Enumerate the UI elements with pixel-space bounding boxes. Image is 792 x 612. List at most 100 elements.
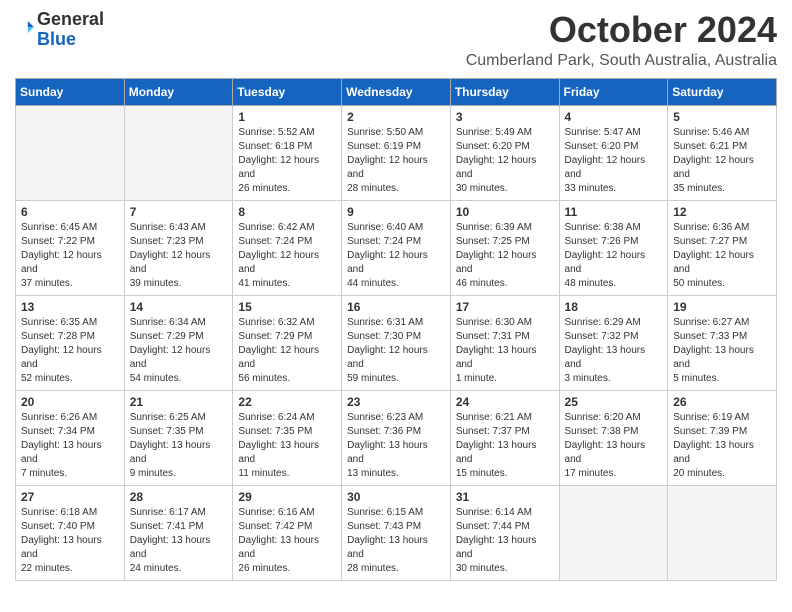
day-cell: 25 Sunrise: 6:20 AM Sunset: 7:38 PM Dayli… [559, 390, 668, 485]
day-number: 4 [565, 110, 664, 124]
logo-general-text: General [37, 9, 104, 29]
day-info: Sunrise: 6:29 AM Sunset: 7:32 PM Dayligh… [565, 316, 664, 386]
day-info: Sunrise: 6:27 AM Sunset: 7:33 PM Dayligh… [673, 316, 772, 386]
logo: General Blue [15, 10, 104, 50]
day-cell: 17 Sunrise: 6:30 AM Sunset: 7:31 PM Dayli… [450, 295, 559, 390]
day-info: Sunrise: 5:52 AM Sunset: 6:18 PM Dayligh… [238, 126, 337, 196]
day-cell: 19 Sunrise: 6:27 AM Sunset: 7:33 PM Dayli… [668, 295, 777, 390]
month-title: October 2024 [466, 10, 777, 50]
day-cell: 21Sunrise: 6:25 AM Sunset: 7:35 PM Dayli… [124, 390, 233, 485]
day-info: Sunrise: 6:18 AM Sunset: 7:40 PM Dayligh… [21, 506, 120, 576]
day-cell: 13 Sunrise: 6:35 AM Sunset: 7:28 PM Dayli… [16, 295, 125, 390]
col-header-friday: Friday [559, 78, 668, 105]
day-number: 16 [347, 300, 446, 314]
day-number: 19 [673, 300, 772, 314]
day-cell: 2Sunrise: 5:50 AM Sunset: 6:19 PM Daylig… [342, 105, 451, 200]
day-info: Sunrise: 6:31 AM Sunset: 7:30 PM Dayligh… [347, 316, 446, 386]
day-cell: 24Sunrise: 6:21 AM Sunset: 7:37 PM Dayli… [450, 390, 559, 485]
day-cell [559, 485, 668, 580]
day-number: 8 [238, 205, 337, 219]
day-number: 11 [565, 205, 664, 219]
day-number: 26 [673, 395, 772, 409]
day-info: Sunrise: 6:34 AM Sunset: 7:29 PM Dayligh… [130, 316, 229, 386]
day-cell: 15 Sunrise: 6:32 AM Sunset: 7:29 PM Dayli… [233, 295, 342, 390]
day-cell: 11Sunrise: 6:38 AM Sunset: 7:26 PM Dayli… [559, 200, 668, 295]
day-info: Sunrise: 5:50 AM Sunset: 6:19 PM Dayligh… [347, 126, 446, 196]
week-row-1: 1Sunrise: 5:52 AM Sunset: 6:18 PM Daylig… [16, 105, 777, 200]
day-cell [16, 105, 125, 200]
day-cell: 28Sunrise: 6:17 AM Sunset: 7:41 PM Dayli… [124, 485, 233, 580]
day-info: Sunrise: 6:20 AM Sunset: 7:38 PM Dayligh… [565, 411, 664, 481]
day-cell: 18Sunrise: 6:29 AM Sunset: 7:32 PM Dayli… [559, 295, 668, 390]
week-row-4: 20 Sunrise: 6:26 AM Sunset: 7:34 PM Dayli… [16, 390, 777, 485]
day-info: Sunrise: 6:15 AM Sunset: 7:43 PM Dayligh… [347, 506, 446, 576]
day-number: 27 [21, 490, 120, 504]
day-cell: 4Sunrise: 5:47 AM Sunset: 6:20 PM Daylig… [559, 105, 668, 200]
week-row-3: 13 Sunrise: 6:35 AM Sunset: 7:28 PM Dayli… [16, 295, 777, 390]
day-cell: 16 Sunrise: 6:31 AM Sunset: 7:30 PM Dayli… [342, 295, 451, 390]
day-number: 13 [21, 300, 120, 314]
day-info: Sunrise: 6:30 AM Sunset: 7:31 PM Dayligh… [456, 316, 555, 386]
day-cell: 3Sunrise: 5:49 AM Sunset: 6:20 PM Daylig… [450, 105, 559, 200]
col-header-sunday: Sunday [16, 78, 125, 105]
day-info: Sunrise: 6:16 AM Sunset: 7:42 PM Dayligh… [238, 506, 337, 576]
day-number: 12 [673, 205, 772, 219]
col-header-saturday: Saturday [668, 78, 777, 105]
day-info: Sunrise: 6:26 AM Sunset: 7:34 PM Dayligh… [21, 411, 120, 481]
week-row-5: 27 Sunrise: 6:18 AM Sunset: 7:40 PM Dayli… [16, 485, 777, 580]
day-number: 29 [238, 490, 337, 504]
day-cell: 12 Sunrise: 6:36 AM Sunset: 7:27 PM Dayli… [668, 200, 777, 295]
day-cell: 27 Sunrise: 6:18 AM Sunset: 7:40 PM Dayli… [16, 485, 125, 580]
day-number: 22 [238, 395, 337, 409]
day-number: 7 [130, 205, 229, 219]
day-number: 6 [21, 205, 120, 219]
day-cell: 6Sunrise: 6:45 AM Sunset: 7:22 PM Daylig… [16, 200, 125, 295]
day-cell: 10 Sunrise: 6:39 AM Sunset: 7:25 PM Dayli… [450, 200, 559, 295]
day-number: 17 [456, 300, 555, 314]
day-cell: 29 Sunrise: 6:16 AM Sunset: 7:42 PM Dayli… [233, 485, 342, 580]
day-cell: 20 Sunrise: 6:26 AM Sunset: 7:34 PM Dayli… [16, 390, 125, 485]
day-info: Sunrise: 5:46 AM Sunset: 6:21 PM Dayligh… [673, 126, 772, 196]
day-info: Sunrise: 6:35 AM Sunset: 7:28 PM Dayligh… [21, 316, 120, 386]
day-info: Sunrise: 6:43 AM Sunset: 7:23 PM Dayligh… [130, 221, 229, 291]
col-header-wednesday: Wednesday [342, 78, 451, 105]
day-cell: 1Sunrise: 5:52 AM Sunset: 6:18 PM Daylig… [233, 105, 342, 200]
day-cell: 9 Sunrise: 6:40 AM Sunset: 7:24 PM Daylig… [342, 200, 451, 295]
col-header-thursday: Thursday [450, 78, 559, 105]
day-number: 25 [565, 395, 664, 409]
day-cell: 5Sunrise: 5:46 AM Sunset: 6:21 PM Daylig… [668, 105, 777, 200]
day-info: Sunrise: 6:21 AM Sunset: 7:37 PM Dayligh… [456, 411, 555, 481]
day-number: 10 [456, 205, 555, 219]
day-number: 15 [238, 300, 337, 314]
col-header-tuesday: Tuesday [233, 78, 342, 105]
col-header-monday: Monday [124, 78, 233, 105]
logo-blue-text: Blue [37, 29, 76, 49]
day-info: Sunrise: 6:36 AM Sunset: 7:27 PM Dayligh… [673, 221, 772, 291]
day-cell: 14 Sunrise: 6:34 AM Sunset: 7:29 PM Dayli… [124, 295, 233, 390]
day-cell: 26 Sunrise: 6:19 AM Sunset: 7:39 PM Dayli… [668, 390, 777, 485]
day-cell: 22 Sunrise: 6:24 AM Sunset: 7:35 PM Dayli… [233, 390, 342, 485]
day-info: Sunrise: 6:23 AM Sunset: 7:36 PM Dayligh… [347, 411, 446, 481]
day-info: Sunrise: 5:49 AM Sunset: 6:20 PM Dayligh… [456, 126, 555, 196]
day-info: Sunrise: 6:40 AM Sunset: 7:24 PM Dayligh… [347, 221, 446, 291]
day-cell: 7 Sunrise: 6:43 AM Sunset: 7:23 PM Daylig… [124, 200, 233, 295]
location-title: Cumberland Park, South Australia, Austra… [466, 52, 777, 70]
day-info: Sunrise: 6:32 AM Sunset: 7:29 PM Dayligh… [238, 316, 337, 386]
day-number: 9 [347, 205, 446, 219]
day-number: 14 [130, 300, 229, 314]
day-info: Sunrise: 6:24 AM Sunset: 7:35 PM Dayligh… [238, 411, 337, 481]
day-number: 30 [347, 490, 446, 504]
day-info: Sunrise: 6:14 AM Sunset: 7:44 PM Dayligh… [456, 506, 555, 576]
logo-icon [17, 18, 35, 36]
day-cell [668, 485, 777, 580]
day-info: Sunrise: 6:39 AM Sunset: 7:25 PM Dayligh… [456, 221, 555, 291]
day-cell [124, 105, 233, 200]
day-number: 20 [21, 395, 120, 409]
day-number: 23 [347, 395, 446, 409]
day-number: 28 [130, 490, 229, 504]
day-info: Sunrise: 6:42 AM Sunset: 7:24 PM Dayligh… [238, 221, 337, 291]
day-info: Sunrise: 6:19 AM Sunset: 7:39 PM Dayligh… [673, 411, 772, 481]
calendar-table: SundayMondayTuesdayWednesdayThursdayFrid… [15, 78, 777, 581]
day-number: 21 [130, 395, 229, 409]
day-cell: 23 Sunrise: 6:23 AM Sunset: 7:36 PM Dayli… [342, 390, 451, 485]
